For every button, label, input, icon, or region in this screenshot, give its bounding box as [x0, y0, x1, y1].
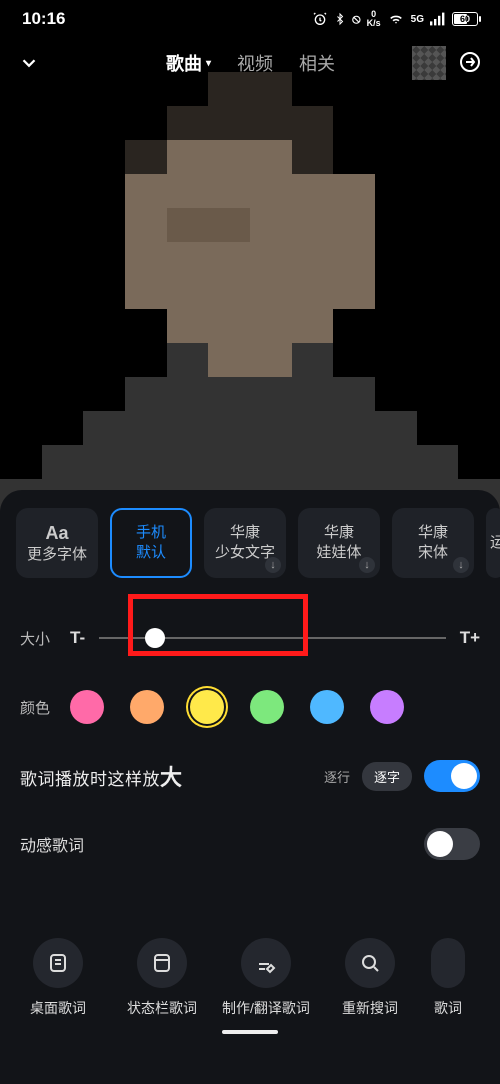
color-swatches: [70, 690, 480, 724]
net-gen: 5G: [411, 14, 424, 25]
action-lyrics-partial[interactable]: 歌词: [424, 938, 472, 1018]
slider-thumb[interactable]: [145, 628, 165, 648]
color-swatch[interactable]: [70, 690, 104, 724]
battery-indicator: 60: [452, 12, 478, 26]
album-art: [0, 38, 500, 513]
switch-knob: [451, 763, 477, 789]
dynamic-label: 动感歌词: [20, 832, 84, 856]
chevron-down-icon: [18, 52, 40, 74]
animation-mode-segment: 逐行 逐字: [312, 762, 412, 791]
preview-row: 歌词播放时这样放大 逐行 逐字: [0, 760, 500, 792]
switch-knob: [427, 831, 453, 857]
alarm-icon: [312, 11, 328, 27]
size-slider[interactable]: [99, 623, 446, 653]
tab-video[interactable]: 视频: [237, 50, 273, 76]
top-nav: 歌曲▾ 视频 相关: [0, 38, 500, 88]
download-icon: ↓: [265, 557, 281, 573]
color-swatch[interactable]: [130, 690, 164, 724]
action-desktop-lyrics[interactable]: 桌面歌词: [8, 938, 108, 1018]
font-chip-huakang-girl[interactable]: 华康 少女文字 ↓: [204, 508, 286, 578]
signal-icon: [430, 12, 446, 26]
color-swatch[interactable]: [310, 690, 344, 724]
download-icon: ↓: [359, 557, 375, 573]
wifi-icon: [387, 12, 405, 26]
color-swatch[interactable]: [250, 690, 284, 724]
action-statusbar-lyrics[interactable]: 状态栏歌词: [112, 938, 212, 1018]
size-increase[interactable]: T+: [460, 628, 480, 648]
collapse-button[interactable]: [16, 50, 42, 76]
color-row: 颜色: [0, 690, 500, 724]
tab-related[interactable]: 相关: [299, 50, 335, 76]
share-icon: [458, 50, 482, 74]
statusbar-lyrics-icon: [150, 951, 174, 975]
font-more-label: 更多字体: [27, 545, 87, 565]
action-research-lyrics[interactable]: 重新搜词: [320, 938, 420, 1018]
size-label: 大小: [20, 628, 56, 649]
lyrics-settings-panel: Aa 更多字体 手机 默认 华康 少女文字 ↓ 华康 娃娃体 ↓ 华康 宋体 ↓…: [0, 490, 500, 1084]
edit-translate-icon: [254, 951, 278, 975]
preview-text: 歌词播放时这样放大: [20, 760, 183, 792]
seg-line[interactable]: 逐行: [312, 762, 362, 791]
download-icon: ↓: [453, 557, 469, 573]
size-decrease[interactable]: T-: [70, 628, 85, 648]
bluetooth-icon: [334, 11, 346, 27]
font-chip-more[interactable]: Aa 更多字体: [16, 508, 98, 578]
avatar[interactable]: [412, 46, 446, 80]
font-chip-huakang-wawa[interactable]: 华康 娃娃体 ↓: [298, 508, 380, 578]
font-more-aa: Aa: [45, 521, 68, 545]
status-right: ⦸ 0 K/s 5G 60: [312, 10, 478, 28]
color-swatch[interactable]: [190, 690, 224, 724]
status-time: 10:16: [22, 9, 65, 29]
font-chip-huakang-song[interactable]: 华康 宋体 ↓: [392, 508, 474, 578]
dynamic-switch-off[interactable]: [424, 828, 480, 860]
size-row: 大小 T- T+: [0, 608, 500, 668]
seg-char[interactable]: 逐字: [362, 762, 412, 791]
nav-tabs: 歌曲▾ 视频 相关: [166, 50, 335, 76]
font-chips-row[interactable]: Aa 更多字体 手机 默认 华康 少女文字 ↓ 华康 娃娃体 ↓ 华康 宋体 ↓…: [0, 508, 500, 578]
net-speed: 0 K/s: [367, 10, 381, 28]
bottom-actions: 桌面歌词 状态栏歌词 制作/翻译歌词 重新搜词 歌词: [0, 938, 500, 1018]
color-swatch[interactable]: [370, 690, 404, 724]
action-translate-lyrics[interactable]: 制作/翻译歌词: [216, 938, 316, 1018]
dynamic-lyrics-row: 动感歌词: [0, 828, 500, 860]
font-chip-partial[interactable]: 运: [486, 508, 500, 578]
font-chip-default[interactable]: 手机 默认: [110, 508, 192, 578]
home-indicator[interactable]: [222, 1030, 278, 1034]
mute-icon: ⦸: [352, 11, 360, 27]
tab-song[interactable]: 歌曲▾: [166, 50, 211, 76]
desktop-lyrics-icon: [46, 951, 70, 975]
status-bar: 10:16 ⦸ 0 K/s 5G 60: [0, 0, 500, 38]
preview-switch-on[interactable]: [424, 760, 480, 792]
search-icon: [358, 951, 382, 975]
share-button[interactable]: [458, 50, 484, 76]
color-label: 颜色: [20, 697, 56, 718]
caret-down-icon: ▾: [206, 58, 211, 69]
